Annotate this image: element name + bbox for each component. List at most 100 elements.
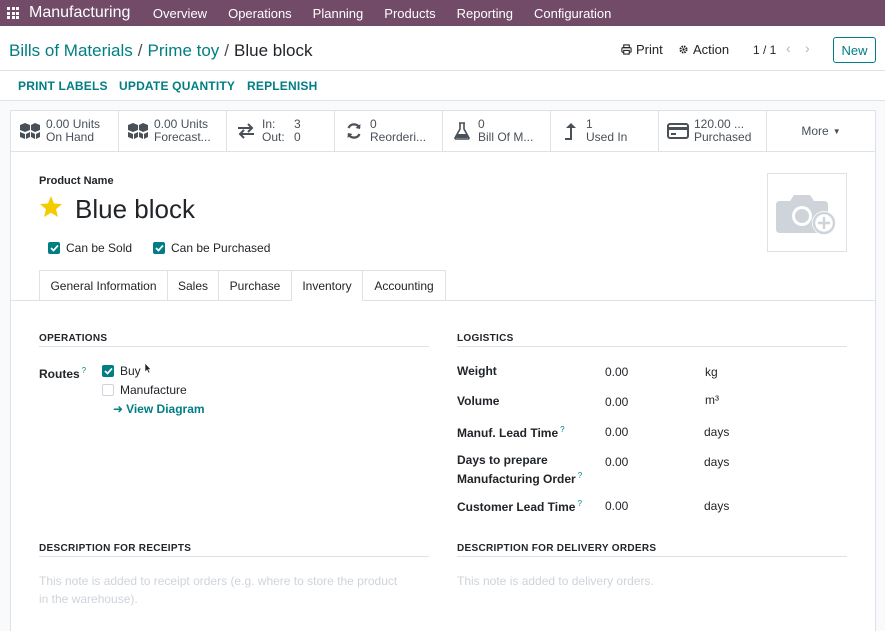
days-to-prepare-mo-unit: days (704, 455, 730, 469)
nav-configuration[interactable]: Configuration (523, 6, 621, 21)
nav-products[interactable]: Products (374, 6, 446, 21)
nav-reporting[interactable]: Reporting (446, 6, 523, 21)
operations-title: OPERATIONS (39, 333, 108, 344)
nav-planning[interactable]: Planning (302, 6, 374, 21)
out-value: 0 (294, 130, 301, 144)
days-to-prepare-mo-value[interactable]: 0.00 (605, 455, 628, 469)
operations-divider (39, 346, 429, 347)
forecasted-button[interactable]: 0.00 Units Forecast... (119, 111, 227, 151)
purchased-button[interactable]: 120.00 ... Purchased (659, 111, 767, 151)
nav-operations[interactable]: Operations (218, 6, 303, 21)
checkmark-icon (103, 367, 113, 375)
routes-help-icon[interactable]: ? (82, 366, 86, 375)
breadcrumb-separator: / (137, 41, 143, 60)
customer-lead-time-text: Customer Lead Time (457, 500, 576, 514)
route-buy-label: Buy (120, 364, 141, 378)
print-button[interactable]: Print (621, 42, 663, 57)
can-be-purchased-checkbox[interactable] (153, 242, 165, 254)
forecasted-label: Forecast... (154, 130, 211, 144)
tab-inventory[interactable]: Inventory (291, 270, 363, 301)
tab-sales[interactable]: Sales (167, 270, 219, 300)
receipts-description-title: DESCRIPTION FOR RECEIPTS (39, 543, 192, 554)
checkmark-icon (49, 244, 59, 252)
customer-lead-time-value[interactable]: 0.00 (605, 499, 628, 513)
exchange-icon (235, 120, 257, 142)
refresh-icon (343, 120, 365, 142)
tab-purchase[interactable]: Purchase (218, 270, 292, 300)
on-hand-button[interactable]: 0.00 Units On Hand (11, 111, 119, 151)
routes-label: Routes? (39, 363, 86, 382)
breadcrumb-bills-of-materials[interactable]: Bills of Materials (9, 41, 133, 61)
nav-overview[interactable]: Overview (142, 6, 217, 21)
used-in-text: 1 Used In (586, 118, 627, 144)
tab-accounting[interactable]: Accounting (362, 270, 446, 300)
bill-of-materials-button[interactable]: 0 Bill Of M... (443, 111, 551, 151)
action-bar: PRINT LABELS UPDATE QUANTITY REPLENISH (0, 71, 885, 101)
manuf-lead-time-help-icon[interactable]: ? (560, 425, 564, 434)
pager-next-icon[interactable]: › (805, 40, 810, 56)
action-button[interactable]: Action (678, 42, 729, 57)
reordering-label: Reorderi... (370, 130, 427, 144)
receipts-description-input[interactable]: This note is added to receipt orders (e.… (39, 572, 429, 608)
app-brand[interactable]: Manufacturing (29, 4, 130, 22)
breadcrumb-prime-toy[interactable]: Prime toy (148, 41, 220, 61)
can-be-sold-field[interactable]: Can be Sold (48, 241, 132, 255)
days-to-prepare-help-icon[interactable]: ? (578, 471, 582, 480)
route-manufacture-checkbox[interactable] (102, 384, 114, 396)
more-button[interactable]: More ▼ (767, 111, 875, 151)
on-hand-text: 0.00 Units On Hand (46, 118, 100, 144)
volume-label: Volume (457, 394, 500, 408)
arrow-right-icon: ➜ (113, 402, 124, 416)
replenish-button[interactable]: REPLENISH (247, 79, 317, 93)
delivery-description-input[interactable]: This note is added to delivery orders. (457, 572, 847, 590)
route-buy[interactable]: Buy (102, 364, 141, 378)
pager-value[interactable]: 1 / 1 (753, 43, 776, 57)
reordering-button[interactable]: 0 Reorderi... (335, 111, 443, 151)
purchased-text: 120.00 ... Purchased (694, 118, 751, 144)
caret-down-icon: ▼ (832, 126, 841, 136)
breadcrumb-current: Blue block (234, 41, 313, 60)
purchased-label: Purchased (694, 130, 752, 144)
can-be-purchased-field[interactable]: Can be Purchased (153, 241, 270, 255)
route-buy-checkbox[interactable] (102, 365, 114, 377)
gear-icon (679, 45, 688, 54)
customer-lead-time-help-icon[interactable]: ? (577, 499, 581, 508)
can-be-sold-checkbox[interactable] (48, 242, 60, 254)
mouse-cursor-icon (144, 362, 152, 374)
top-navbar: Manufacturing Overview Operations Planni… (0, 0, 885, 26)
form-tabs: General Information Sales Purchase Inven… (11, 270, 875, 301)
can-be-sold-label: Can be Sold (66, 241, 133, 255)
new-button[interactable]: New (833, 37, 876, 63)
route-manufacture-label: Manufacture (120, 383, 187, 397)
customer-lead-time-unit: days (704, 499, 730, 513)
product-name[interactable]: Blue block (75, 194, 195, 225)
smart-buttons: 0.00 Units On Hand 0.00 Units Forecast..… (11, 111, 875, 152)
breadcrumb: Bills of Materials / Prime toy / Blue bl… (9, 41, 312, 61)
manuf-lead-time-value[interactable]: 0.00 (605, 425, 628, 439)
apps-menu-icon[interactable] (7, 7, 19, 19)
can-be-purchased-label: Can be Purchased (171, 241, 271, 255)
favorite-star-icon[interactable] (39, 195, 63, 221)
form-sheet: 0.00 Units On Hand 0.00 Units Forecast..… (10, 110, 876, 631)
view-diagram-link[interactable]: ➜ View Diagram (113, 402, 205, 416)
volume-value[interactable]: 0.00 (605, 395, 628, 409)
used-in-button[interactable]: 1 Used In (551, 111, 659, 151)
pager-previous-icon[interactable]: ‹ (786, 40, 791, 56)
receipts-divider (39, 556, 429, 557)
manuf-lead-time-text: Manuf. Lead Time (457, 426, 559, 440)
print-labels-button[interactable]: PRINT LABELS (18, 79, 108, 93)
on-hand-label: On Hand (46, 130, 95, 144)
control-panel: Bills of Materials / Prime toy / Blue bl… (0, 26, 885, 71)
tab-general-information[interactable]: General Information (39, 270, 168, 300)
update-quantity-button[interactable]: UPDATE QUANTITY (119, 79, 235, 93)
product-image[interactable] (767, 173, 847, 252)
more-label: More (801, 124, 829, 138)
days-to-prepare-mo-label: Days to prepare Manufacturing Order? (457, 452, 582, 487)
manuf-lead-time-unit: days (704, 425, 730, 439)
weight-value[interactable]: 0.00 (605, 365, 628, 379)
in-out-button[interactable]: In: 3 Out: 0 (227, 111, 335, 151)
route-manufacture[interactable]: Manufacture (102, 383, 187, 397)
receipts-placeholder-line-1: This note is added to receipt orders (e.… (39, 574, 398, 588)
bom-text: 0 Bill Of M... (478, 118, 533, 144)
weight-label: Weight (457, 364, 497, 378)
